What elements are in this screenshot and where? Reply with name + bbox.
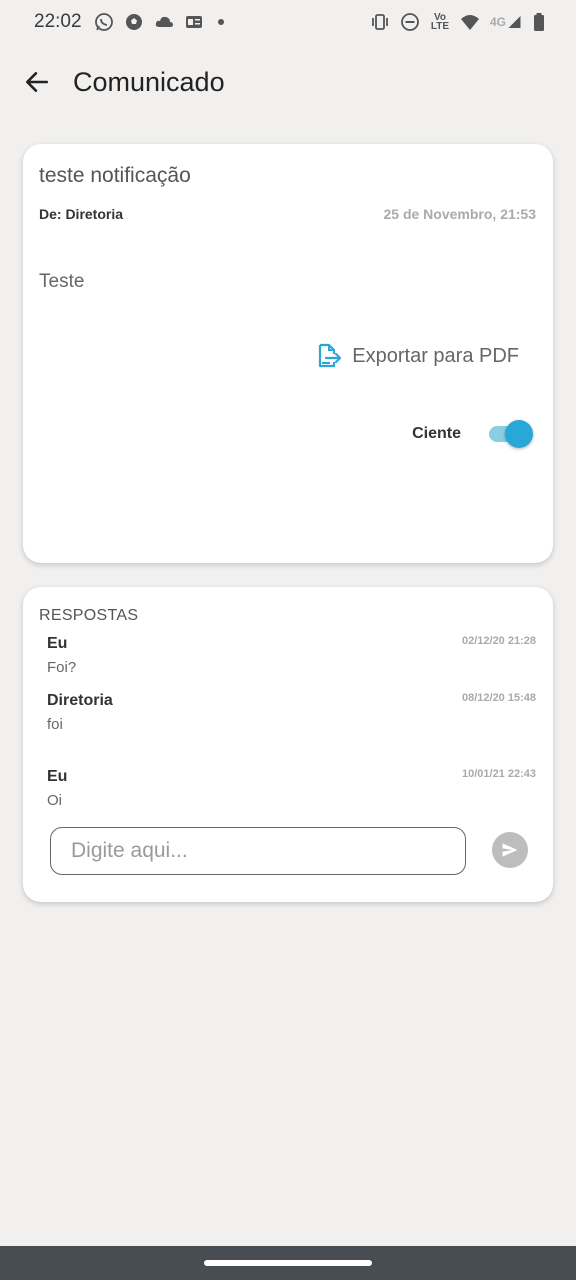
do-not-disturb-icon (400, 12, 420, 32)
export-pdf-label: Exportar para PDF (352, 344, 519, 367)
arrow-left-icon (25, 72, 49, 92)
back-button[interactable] (22, 67, 52, 97)
notice-title: teste notificação (39, 164, 191, 187)
export-pdf-button[interactable]: Exportar para PDF (314, 342, 519, 370)
volte-icon: Vo LTE (430, 12, 450, 32)
toggle-thumb (505, 420, 533, 448)
reply-text: Oi (47, 792, 62, 809)
replies-card: RESPOSTAS Eu 02/12/20 21:28 Foi? Diretor… (23, 587, 553, 902)
reply-time: 02/12/20 21:28 (461, 635, 536, 647)
whatsapp-icon (94, 12, 114, 32)
reply-item: Eu 02/12/20 21:28 Foi? (47, 635, 536, 676)
notice-card: teste notificação De: Diretoria 25 de No… (23, 144, 553, 563)
reply-item: Eu 10/01/21 22:43 Oi (47, 768, 536, 809)
system-icons: Vo LTE 4G (370, 12, 546, 32)
notice-date: 25 de Novembro, 21:53 (383, 206, 536, 222)
soccer-ball-icon (124, 12, 144, 32)
status-time: 22:02 (34, 11, 82, 32)
reply-text: Foi? (47, 659, 77, 676)
ciente-label: Ciente (412, 425, 461, 442)
news-icon (184, 12, 204, 32)
reply-time: 08/12/20 15:48 (461, 692, 536, 704)
notice-body: Teste (39, 271, 85, 292)
status-bar: 22:02 Vo LTE 4G (0, 0, 576, 44)
notice-sender: De: Diretoria (39, 206, 124, 222)
pdf-export-icon (319, 343, 342, 368)
reply-item: Diretoria 08/12/20 15:48 foi (47, 692, 536, 733)
replies-heading: RESPOSTAS (39, 607, 139, 624)
vibrate-icon (370, 12, 390, 32)
cloud-icon (154, 12, 174, 32)
notification-icons (94, 12, 224, 32)
reply-time: 10/01/21 22:43 (461, 768, 536, 780)
navigation-bar (0, 1246, 576, 1280)
battery-icon (532, 12, 546, 32)
send-icon (502, 843, 518, 857)
send-button[interactable] (492, 832, 528, 868)
reply-text: foi (47, 716, 63, 733)
app-bar: Comunicado (0, 52, 576, 112)
home-indicator[interactable] (204, 1260, 372, 1266)
reply-input[interactable] (50, 827, 466, 875)
ciente-row: Ciente (412, 420, 533, 448)
signal-icon: 4G (490, 12, 522, 32)
wifi-icon (460, 12, 480, 32)
ciente-toggle[interactable] (487, 420, 533, 448)
more-notifications-dot (217, 19, 224, 25)
page-title: Comunicado (73, 66, 225, 97)
